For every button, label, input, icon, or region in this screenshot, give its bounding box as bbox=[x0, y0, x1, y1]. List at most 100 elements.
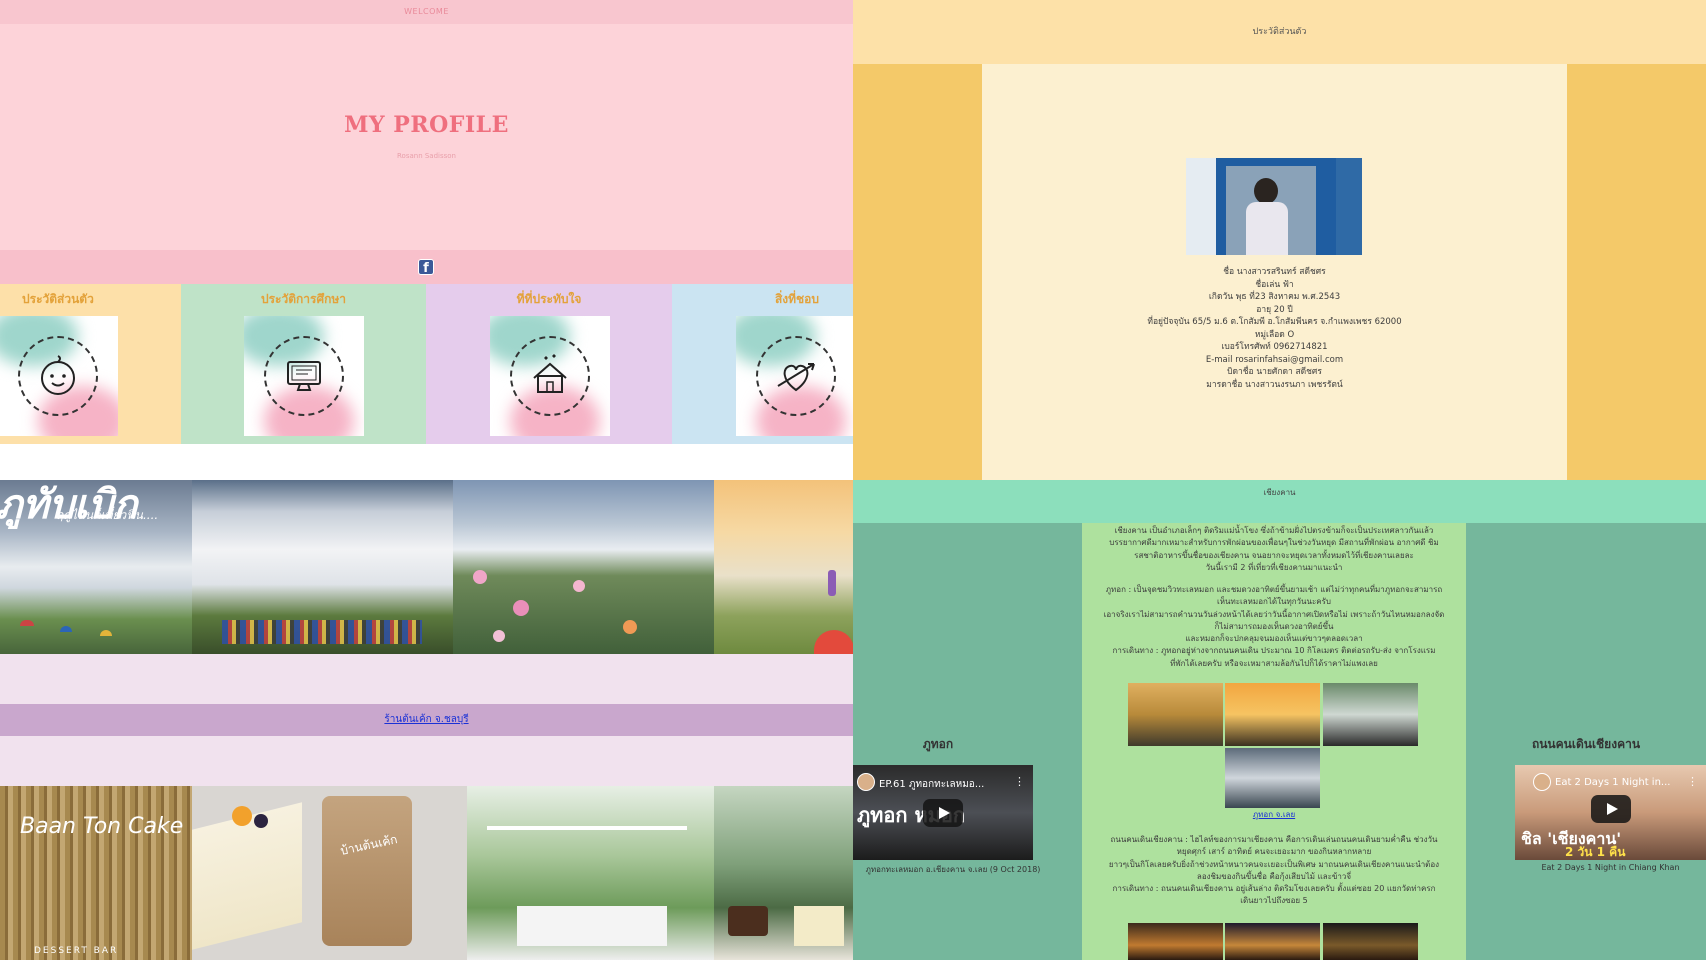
chiang-khan-header: เชียงคาน bbox=[853, 480, 1706, 523]
category-card[interactable] bbox=[490, 316, 610, 436]
profile-line: E-mail rosarinfahsai@gmail.com bbox=[1205, 354, 1344, 365]
category-personal[interactable]: ประวัติส่วนตัว bbox=[0, 284, 181, 444]
play-icon[interactable] bbox=[923, 799, 963, 827]
photo-thumb[interactable] bbox=[1225, 923, 1320, 960]
chiang-side-right: ถนนคนเดินเชียงคาน Eat 2 Days 1 Night in.… bbox=[1466, 523, 1706, 960]
photo-thumb[interactable] bbox=[1323, 683, 1418, 746]
social-bar: f bbox=[0, 250, 853, 284]
category-card[interactable] bbox=[0, 316, 118, 436]
phu-tok-title: ภูทอก bbox=[922, 737, 954, 751]
profile-line: ชื่อเล่น ฟ้า bbox=[1255, 279, 1294, 290]
text-line: เอาจริงเราไม่สามารถคำนวนวันล่วงหน้าได้เล… bbox=[1103, 609, 1445, 619]
text-line: และหมอกก็จะปกคลุมจนมองเห็นแต่ขาวๆตลอดเวล… bbox=[1185, 634, 1363, 644]
text-line: ยาวๆเป็นกิโลเลยครับยิ่งถ้าช่วงหน้าหนาวคน… bbox=[1108, 859, 1440, 869]
house-hearts-icon bbox=[510, 336, 590, 416]
cafe-link-bar: ร้านต้นเค้ก จ.ชลบุรี bbox=[0, 704, 853, 736]
category-label: ประวัติการศึกษา bbox=[260, 292, 347, 306]
profile-line: อายุ 20 ปี bbox=[1256, 304, 1293, 315]
intro-paragraph: เชียงคาน เป็นอำเภอเล็กๆ ติดริมแม่น้ำโขง … bbox=[1088, 525, 1460, 574]
channel-avatar bbox=[857, 773, 875, 791]
welcome-bar: WELCOME bbox=[0, 0, 853, 24]
category-card[interactable] bbox=[244, 316, 364, 436]
more-menu-icon[interactable]: ⋮ bbox=[1014, 775, 1025, 788]
cafe-sign-sub: DESSERT BAR bbox=[34, 946, 119, 956]
text-line: วันนี้เรามี 2 ที่เที่ยวที่เชียงคานมาแนะน… bbox=[1205, 562, 1343, 572]
cafe-sign-text: Baan Ton Cake bbox=[20, 814, 184, 839]
facebook-icon[interactable]: f bbox=[418, 259, 434, 276]
text-line: ก็ไม่สามารถมองเห็นดวงอาทิตย์ขึ้น bbox=[1214, 621, 1334, 631]
text-line: หยุดศุกร์ เสาร์ อาทิตย์ คนจะเยอะมาก ของก… bbox=[1176, 847, 1372, 857]
profile-line: เกิดวัน พุธ ที่23 สิงหาคม พ.ศ.2543 bbox=[1208, 292, 1341, 302]
text-line: ถนนคนเดินเชียงคาน : ไฮไลท์ของการมาเชียงค… bbox=[1110, 835, 1438, 844]
phu-tok-link[interactable]: ภูทอก จ.เลย bbox=[1253, 810, 1295, 819]
walking-street-video[interactable]: Eat 2 Days 1 Night in... ⋮ ชิล 'เชียงคาน… bbox=[1515, 765, 1706, 860]
heart-arrow-icon bbox=[756, 336, 836, 416]
baby-face-icon bbox=[18, 336, 98, 416]
text-line: การเดินทาง : ภูทอกอยู่ห่างจากถนนคนเดิน ป… bbox=[1112, 646, 1436, 656]
photo-phu-thap-boek: ภูทับเบิก ฤดูไหนก็เที่ยวฟิน.... bbox=[0, 480, 192, 654]
text-line: รสชาติอาหารขึ้นชื่อของเชียงคาน จนอยากจะห… bbox=[1134, 550, 1414, 560]
photo-sunset-viewpoint bbox=[714, 480, 853, 654]
spacer bbox=[0, 736, 853, 786]
profile-line: เบอร์โทรศัพท์ 0962714821 bbox=[1221, 342, 1328, 352]
category-label: ประวัติส่วนตัว bbox=[22, 292, 94, 306]
phu-tok-paragraph: ภูทอก : เป็นจุดชมวิวทะเลหมอก และชมดวงอาท… bbox=[1088, 584, 1460, 670]
text-line: การเดินทาง : ถนนคนเดินเชียงคาน อยู่เส้นล… bbox=[1112, 884, 1436, 894]
text-line: เดินยาวไปถึงซอย 5 bbox=[1240, 896, 1308, 906]
text-line: ที่พักได้เลยครับ หรือจะเหมาสามล้อกันไปก็… bbox=[1170, 658, 1378, 668]
photo-banner-sub: ฤดูไหนก็เที่ยวฟิน.... bbox=[56, 508, 159, 522]
text-line: บรรยากาศดีมากเหมาะสำหรับการพักผ่อนของเพื… bbox=[1109, 538, 1439, 548]
category-label: ที่ที่ประทับใจ bbox=[516, 292, 582, 306]
photo-sea-of-clouds bbox=[192, 480, 453, 654]
profile-line: บิดาชื่อ นายศักดา สดีชศร bbox=[1227, 367, 1322, 377]
chiang-main: เชียงคาน เป็นอำเภอเล็กๆ ติดริมแม่น้ำโขง … bbox=[1082, 523, 1466, 960]
profile-photo bbox=[1186, 158, 1362, 255]
profile-side-right bbox=[1567, 64, 1706, 480]
video-title: EP.61 ภูทอกทะเลหมอ... bbox=[879, 779, 985, 790]
video-title: Eat 2 Days 1 Night in... bbox=[1555, 777, 1671, 788]
chiang-side-left: ภูทอก EP.61 ภูทอกทะเลหมอ... ⋮ ภูทอก หมอก… bbox=[853, 523, 1082, 960]
phu-tok-link-wrap: ภูทอก จ.เลย bbox=[1088, 809, 1460, 821]
cafe-link[interactable]: ร้านต้นเค้ก จ.ชลบุรี bbox=[384, 714, 468, 725]
profile-line: ชื่อ นางสาวรสรินทร์ สดีชศร bbox=[1223, 267, 1326, 277]
photo-thumb[interactable] bbox=[1128, 923, 1223, 960]
profile-side-left bbox=[853, 64, 982, 480]
page-subtitle: Rosann Sadisson bbox=[396, 152, 456, 160]
computer-monitor-icon bbox=[264, 336, 344, 416]
profile-line: ที่อยู่ปัจจุบัน 65/5 ม.6 ต.โกสัมพี อ.โกส… bbox=[1147, 317, 1402, 327]
text-line: เห็นทะเลหมอกได้ในทุกวันนะครับ bbox=[1216, 597, 1332, 607]
photo-cake-coffee: บ้านต้นเค้ก bbox=[192, 786, 467, 960]
profile-main: ชื่อ นางสาวรสรินทร์ สดีชศร ชื่อเล่น ฟ้า … bbox=[982, 64, 1567, 480]
text-line: ภูทอก : เป็นจุดชมวิวทะเลหมอก และชมดวงอาท… bbox=[1105, 585, 1443, 594]
video-badge-text: 2 วัน 1 คืน bbox=[1565, 845, 1626, 859]
profile-header: ประวัติส่วนตัว bbox=[853, 0, 1706, 64]
photo-cafe-garden bbox=[467, 786, 714, 960]
text-line: ลองชิมของกินขึ้นชื่อ คือกุ้งเสียบไม้ และ… bbox=[1196, 871, 1352, 881]
play-icon[interactable] bbox=[1591, 795, 1631, 823]
category-label: สิ่งที่ชอบ bbox=[774, 292, 819, 306]
photo-thumb[interactable] bbox=[1323, 923, 1418, 960]
hero-section: MY PROFILE Rosann Sadisson bbox=[0, 24, 853, 250]
video-caption: ภูทอกทะเลหมอก อ.เชียงคาน จ.เลย (9 Oct 20… bbox=[865, 865, 1041, 874]
photo-cafe-sign: Baan Ton Cake DESSERT BAR bbox=[0, 786, 192, 960]
profile-line: หมู่เลือด O bbox=[1254, 329, 1295, 340]
category-education[interactable]: ประวัติการศึกษา bbox=[181, 284, 426, 444]
category-places[interactable]: ที่ที่ประทับใจ bbox=[426, 284, 672, 444]
photo-thumb[interactable] bbox=[1225, 748, 1320, 808]
photo-thumb[interactable] bbox=[1225, 683, 1320, 746]
profile-line: มารดาชื่อ นางสาวนงรนภา เพชรรัตน์ bbox=[1206, 379, 1343, 390]
video-caption: Eat 2 Days 1 Night in Chiang Khan bbox=[1541, 863, 1680, 872]
channel-avatar bbox=[1533, 773, 1551, 791]
spacer bbox=[0, 654, 853, 704]
phu-tok-video[interactable]: EP.61 ภูทอกทะเลหมอ... ⋮ ภูทอก หมอก bbox=[853, 765, 1033, 860]
walking-street-paragraph: ถนนคนเดินเชียงคาน : ไฮไลท์ของการมาเชียงค… bbox=[1088, 834, 1460, 908]
page-title: MY PROFILE bbox=[344, 112, 509, 138]
photo-cafe-desserts bbox=[714, 786, 853, 960]
category-card[interactable] bbox=[736, 316, 856, 436]
spacer bbox=[0, 444, 853, 480]
profile-info: ชื่อ นางสาวรสรินทร์ สดีชศร ชื่อเล่น ฟ้า … bbox=[982, 266, 1567, 391]
category-likes[interactable]: สิ่งที่ชอบ bbox=[672, 284, 856, 444]
more-menu-icon[interactable]: ⋮ bbox=[1687, 775, 1698, 788]
walking-street-title: ถนนคนเดินเชียงคาน bbox=[1531, 737, 1641, 751]
photo-thumb[interactable] bbox=[1128, 683, 1223, 746]
